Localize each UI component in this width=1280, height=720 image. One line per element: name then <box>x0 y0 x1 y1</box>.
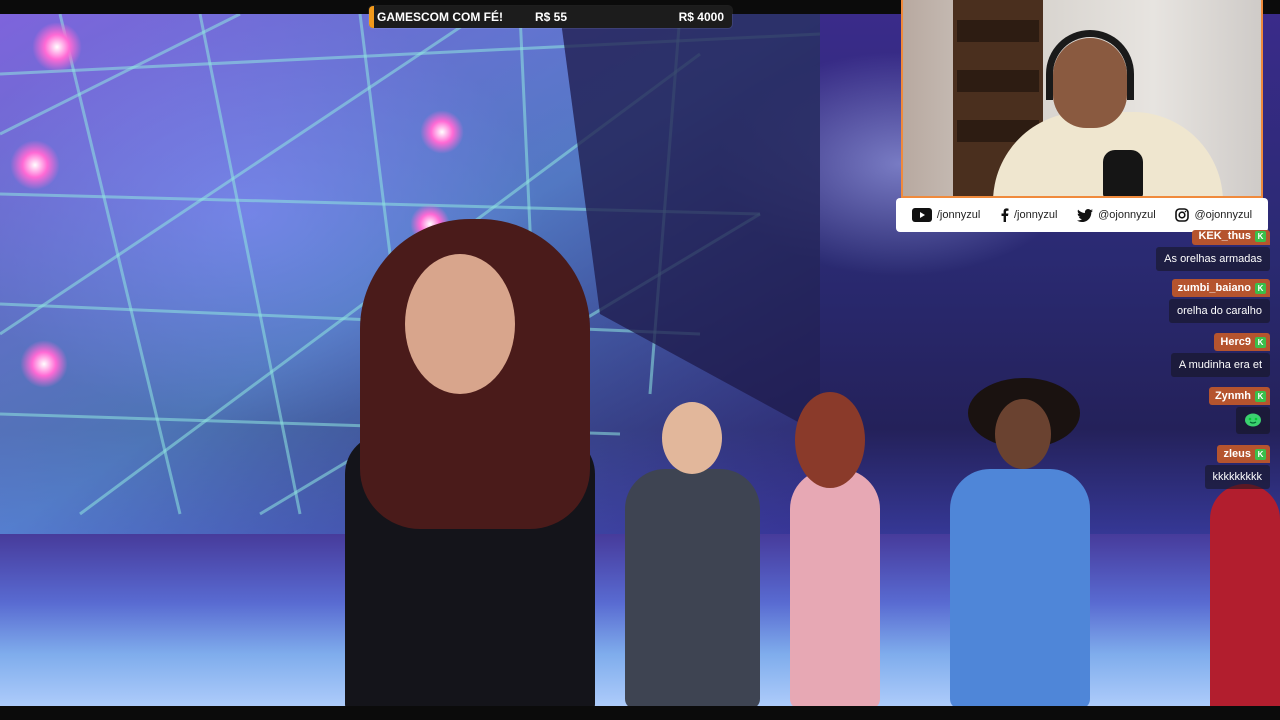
chat-message: zumbi_baiano K orelha do caralho <box>1168 278 1270 323</box>
goal-current: R$ 55 <box>535 10 568 24</box>
twitter-handle: @ojonnyzul <box>1098 209 1156 221</box>
username-text: Zynmh <box>1214 390 1251 402</box>
girl-pink-shirt <box>790 469 880 706</box>
bottom-letterbox <box>0 706 1280 720</box>
chat-username: zleus K <box>1217 445 1270 463</box>
stage-light <box>32 22 82 72</box>
stage-light <box>420 110 464 154</box>
girl-face-2 <box>995 399 1051 469</box>
chat-username: zumbi_baiano K <box>1171 279 1270 297</box>
kick-badge-icon: K <box>1255 448 1266 460</box>
chat-username: KEK_thus K <box>1192 230 1270 245</box>
youtube-handle: /jonnyzul <box>936 209 981 221</box>
chat-message: KEK_thus K As orelhas armadas <box>1156 226 1270 271</box>
social-facebook: /jonnyzul <box>1000 208 1057 222</box>
goal-accent <box>369 6 374 28</box>
shelf-row <box>957 20 1039 42</box>
social-instagram: @ojonnyzul <box>1175 208 1252 222</box>
kick-badge-icon: K <box>1255 336 1266 348</box>
stage-light <box>20 340 68 388</box>
username-text: zumbi_baiano <box>1177 282 1251 294</box>
social-youtube: /jonnyzul <box>911 208 981 222</box>
chat-text: orelha do caralho <box>1168 299 1270 323</box>
girl-red-hair <box>795 392 865 488</box>
webcam-overlay <box>901 0 1263 198</box>
username-text: KEK_thus <box>1198 230 1251 242</box>
shelf-row <box>957 70 1039 92</box>
chat-text: As orelhas armadas <box>1156 247 1270 271</box>
kick-badge-icon: K <box>1255 230 1266 242</box>
chat-text: kkkkkkkkk <box>1204 465 1270 489</box>
girl-blue-shirt <box>950 469 1090 706</box>
microphone <box>1103 150 1143 196</box>
facebook-icon <box>1001 208 1009 222</box>
username-text: zleus <box>1223 448 1251 460</box>
headphones <box>1046 30 1134 100</box>
kick-badge-icon: K <box>1255 390 1266 402</box>
chat-text: A mudinha era et <box>1170 353 1270 377</box>
chat-overlay: KEK_thus K As orelhas armadas zumbi_baian… <box>1140 226 1270 496</box>
goal-target: R$ 4000 <box>678 10 724 24</box>
chat-message: zleus K kkkkkkkkk <box>1204 444 1270 489</box>
stage-light <box>10 140 60 190</box>
kick-badge-icon: K <box>1255 282 1266 294</box>
chat-username: Herc9 K <box>1214 333 1270 351</box>
chat-message: Herc9 K A mudinha era et <box>1170 332 1270 377</box>
username-text: Herc9 <box>1220 336 1251 348</box>
child-red-shirt <box>1210 484 1280 706</box>
instagram-icon <box>1175 208 1190 222</box>
chat-username: Zynmh K <box>1208 387 1270 405</box>
green-blob-emote <box>1245 413 1261 427</box>
boy-striped-shirt <box>625 469 760 706</box>
girl-face <box>405 254 515 394</box>
goal-title: GAMESCOM COM FÉ! <box>377 10 503 24</box>
twitter-icon <box>1077 208 1094 222</box>
youtube-icon <box>911 208 932 222</box>
facebook-handle: /jonnyzul <box>1013 209 1058 221</box>
chat-emote <box>1236 407 1270 434</box>
donation-goal-bar: GAMESCOM COM FÉ! R$ 55 R$ 4000 <box>369 6 732 28</box>
boy-face <box>662 402 722 474</box>
chat-message: Zynmh K <box>1208 386 1270 434</box>
instagram-handle: @ojonnyzul <box>1194 209 1253 221</box>
social-twitter: @ojonnyzul <box>1077 208 1156 222</box>
